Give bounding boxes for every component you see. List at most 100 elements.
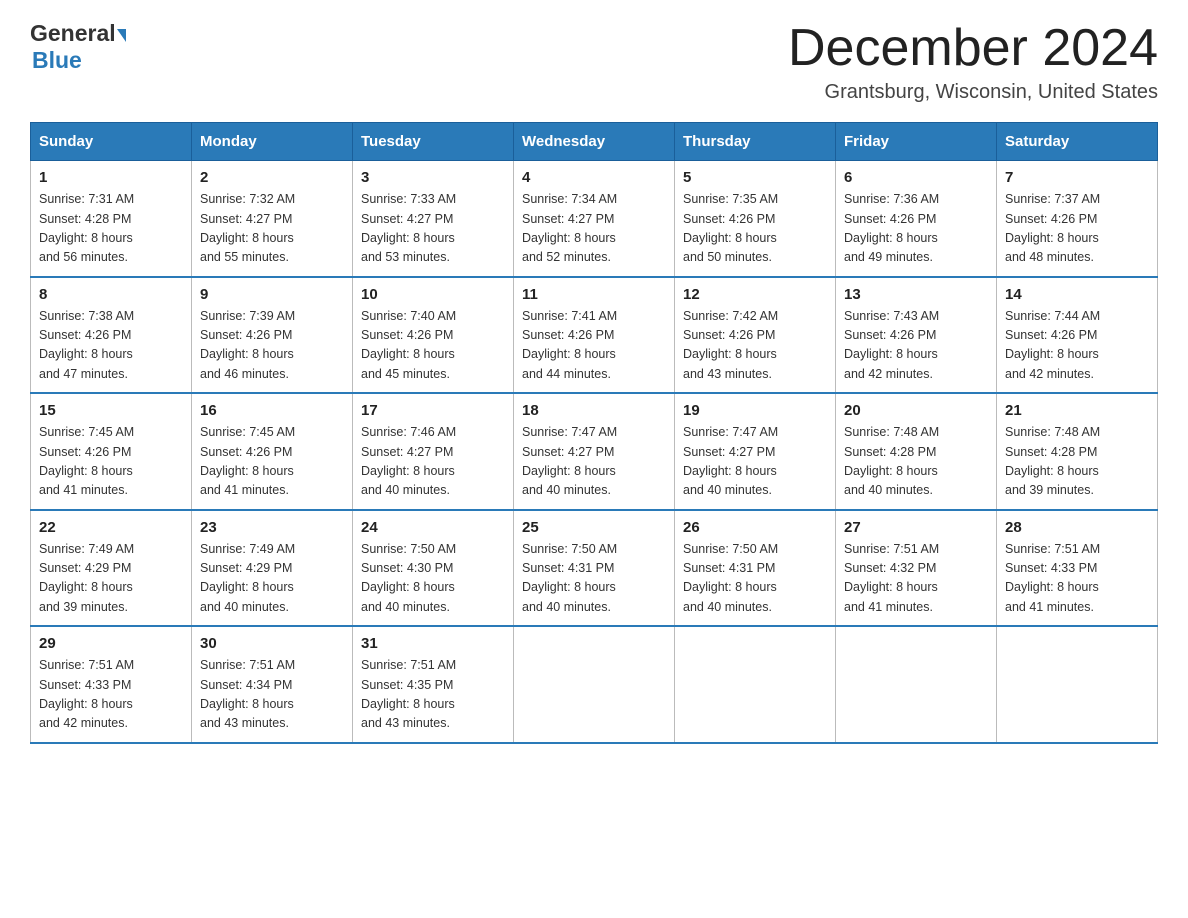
page-header: General Blue December 2024 Grantsburg, W… [30, 20, 1158, 104]
calendar-cell [997, 626, 1158, 743]
calendar-cell: 1 Sunrise: 7:31 AM Sunset: 4:28 PM Dayli… [31, 161, 192, 277]
logo-blue-text: Blue [32, 47, 82, 74]
day-number: 26 [683, 519, 827, 536]
day-number: 3 [361, 169, 505, 186]
day-info: Sunrise: 7:51 AM Sunset: 4:33 PM Dayligh… [39, 656, 183, 734]
calendar-week-row: 22 Sunrise: 7:49 AM Sunset: 4:29 PM Dayl… [31, 510, 1158, 627]
day-info: Sunrise: 7:45 AM Sunset: 4:26 PM Dayligh… [39, 423, 183, 501]
weekday-header-monday: Monday [192, 123, 353, 161]
day-info: Sunrise: 7:32 AM Sunset: 4:27 PM Dayligh… [200, 190, 344, 268]
day-info: Sunrise: 7:41 AM Sunset: 4:26 PM Dayligh… [522, 307, 666, 385]
weekday-header-wednesday: Wednesday [514, 123, 675, 161]
day-info: Sunrise: 7:51 AM Sunset: 4:32 PM Dayligh… [844, 540, 988, 618]
day-info: Sunrise: 7:49 AM Sunset: 4:29 PM Dayligh… [200, 540, 344, 618]
day-number: 14 [1005, 286, 1149, 303]
day-info: Sunrise: 7:46 AM Sunset: 4:27 PM Dayligh… [361, 423, 505, 501]
day-info: Sunrise: 7:51 AM Sunset: 4:34 PM Dayligh… [200, 656, 344, 734]
day-number: 30 [200, 635, 344, 652]
calendar-cell: 30 Sunrise: 7:51 AM Sunset: 4:34 PM Dayl… [192, 626, 353, 743]
day-info: Sunrise: 7:51 AM Sunset: 4:35 PM Dayligh… [361, 656, 505, 734]
day-info: Sunrise: 7:39 AM Sunset: 4:26 PM Dayligh… [200, 307, 344, 385]
calendar-cell: 27 Sunrise: 7:51 AM Sunset: 4:32 PM Dayl… [836, 510, 997, 627]
day-number: 15 [39, 402, 183, 419]
day-number: 17 [361, 402, 505, 419]
calendar-week-row: 8 Sunrise: 7:38 AM Sunset: 4:26 PM Dayli… [31, 277, 1158, 394]
day-info: Sunrise: 7:48 AM Sunset: 4:28 PM Dayligh… [844, 423, 988, 501]
calendar-cell [675, 626, 836, 743]
weekday-header-thursday: Thursday [675, 123, 836, 161]
day-number: 1 [39, 169, 183, 186]
day-number: 6 [844, 169, 988, 186]
logo-arrow-icon [117, 29, 126, 42]
day-info: Sunrise: 7:47 AM Sunset: 4:27 PM Dayligh… [522, 423, 666, 501]
day-number: 22 [39, 519, 183, 536]
day-number: 21 [1005, 402, 1149, 419]
calendar-cell: 10 Sunrise: 7:40 AM Sunset: 4:26 PM Dayl… [353, 277, 514, 394]
calendar-cell: 25 Sunrise: 7:50 AM Sunset: 4:31 PM Dayl… [514, 510, 675, 627]
day-info: Sunrise: 7:43 AM Sunset: 4:26 PM Dayligh… [844, 307, 988, 385]
day-number: 31 [361, 635, 505, 652]
day-number: 11 [522, 286, 666, 303]
day-number: 16 [200, 402, 344, 419]
day-info: Sunrise: 7:31 AM Sunset: 4:28 PM Dayligh… [39, 190, 183, 268]
weekday-header-row: SundayMondayTuesdayWednesdayThursdayFrid… [31, 123, 1158, 161]
day-info: Sunrise: 7:33 AM Sunset: 4:27 PM Dayligh… [361, 190, 505, 268]
weekday-header-sunday: Sunday [31, 123, 192, 161]
day-number: 18 [522, 402, 666, 419]
logo-general-text: General [30, 20, 116, 47]
calendar-cell: 15 Sunrise: 7:45 AM Sunset: 4:26 PM Dayl… [31, 393, 192, 510]
calendar-cell: 12 Sunrise: 7:42 AM Sunset: 4:26 PM Dayl… [675, 277, 836, 394]
calendar-cell: 3 Sunrise: 7:33 AM Sunset: 4:27 PM Dayli… [353, 161, 514, 277]
calendar-cell: 22 Sunrise: 7:49 AM Sunset: 4:29 PM Dayl… [31, 510, 192, 627]
day-number: 13 [844, 286, 988, 303]
day-number: 4 [522, 169, 666, 186]
location-title: Grantsburg, Wisconsin, United States [788, 81, 1158, 104]
day-number: 25 [522, 519, 666, 536]
day-number: 27 [844, 519, 988, 536]
day-number: 24 [361, 519, 505, 536]
day-info: Sunrise: 7:50 AM Sunset: 4:30 PM Dayligh… [361, 540, 505, 618]
day-info: Sunrise: 7:50 AM Sunset: 4:31 PM Dayligh… [522, 540, 666, 618]
day-number: 28 [1005, 519, 1149, 536]
calendar-cell: 29 Sunrise: 7:51 AM Sunset: 4:33 PM Dayl… [31, 626, 192, 743]
day-info: Sunrise: 7:34 AM Sunset: 4:27 PM Dayligh… [522, 190, 666, 268]
calendar-cell: 5 Sunrise: 7:35 AM Sunset: 4:26 PM Dayli… [675, 161, 836, 277]
day-info: Sunrise: 7:45 AM Sunset: 4:26 PM Dayligh… [200, 423, 344, 501]
day-info: Sunrise: 7:38 AM Sunset: 4:26 PM Dayligh… [39, 307, 183, 385]
calendar-cell: 13 Sunrise: 7:43 AM Sunset: 4:26 PM Dayl… [836, 277, 997, 394]
day-number: 9 [200, 286, 344, 303]
day-number: 23 [200, 519, 344, 536]
calendar-cell: 4 Sunrise: 7:34 AM Sunset: 4:27 PM Dayli… [514, 161, 675, 277]
calendar-cell: 6 Sunrise: 7:36 AM Sunset: 4:26 PM Dayli… [836, 161, 997, 277]
day-info: Sunrise: 7:50 AM Sunset: 4:31 PM Dayligh… [683, 540, 827, 618]
calendar-cell: 21 Sunrise: 7:48 AM Sunset: 4:28 PM Dayl… [997, 393, 1158, 510]
day-info: Sunrise: 7:37 AM Sunset: 4:26 PM Dayligh… [1005, 190, 1149, 268]
title-block: December 2024 Grantsburg, Wisconsin, Uni… [788, 20, 1158, 104]
calendar-cell: 9 Sunrise: 7:39 AM Sunset: 4:26 PM Dayli… [192, 277, 353, 394]
calendar-cell: 19 Sunrise: 7:47 AM Sunset: 4:27 PM Dayl… [675, 393, 836, 510]
calendar-body: 1 Sunrise: 7:31 AM Sunset: 4:28 PM Dayli… [31, 161, 1158, 743]
calendar-cell: 11 Sunrise: 7:41 AM Sunset: 4:26 PM Dayl… [514, 277, 675, 394]
calendar-table: SundayMondayTuesdayWednesdayThursdayFrid… [30, 122, 1158, 744]
day-info: Sunrise: 7:35 AM Sunset: 4:26 PM Dayligh… [683, 190, 827, 268]
day-info: Sunrise: 7:51 AM Sunset: 4:33 PM Dayligh… [1005, 540, 1149, 618]
day-info: Sunrise: 7:44 AM Sunset: 4:26 PM Dayligh… [1005, 307, 1149, 385]
logo: General Blue [30, 20, 126, 74]
weekday-header-tuesday: Tuesday [353, 123, 514, 161]
calendar-cell: 18 Sunrise: 7:47 AM Sunset: 4:27 PM Dayl… [514, 393, 675, 510]
day-info: Sunrise: 7:48 AM Sunset: 4:28 PM Dayligh… [1005, 423, 1149, 501]
calendar-week-row: 1 Sunrise: 7:31 AM Sunset: 4:28 PM Dayli… [31, 161, 1158, 277]
day-info: Sunrise: 7:49 AM Sunset: 4:29 PM Dayligh… [39, 540, 183, 618]
calendar-cell: 14 Sunrise: 7:44 AM Sunset: 4:26 PM Dayl… [997, 277, 1158, 394]
day-number: 2 [200, 169, 344, 186]
day-number: 19 [683, 402, 827, 419]
weekday-header-friday: Friday [836, 123, 997, 161]
day-info: Sunrise: 7:40 AM Sunset: 4:26 PM Dayligh… [361, 307, 505, 385]
day-number: 5 [683, 169, 827, 186]
day-info: Sunrise: 7:36 AM Sunset: 4:26 PM Dayligh… [844, 190, 988, 268]
calendar-cell: 20 Sunrise: 7:48 AM Sunset: 4:28 PM Dayl… [836, 393, 997, 510]
day-number: 20 [844, 402, 988, 419]
weekday-header-saturday: Saturday [997, 123, 1158, 161]
calendar-cell: 16 Sunrise: 7:45 AM Sunset: 4:26 PM Dayl… [192, 393, 353, 510]
day-info: Sunrise: 7:47 AM Sunset: 4:27 PM Dayligh… [683, 423, 827, 501]
